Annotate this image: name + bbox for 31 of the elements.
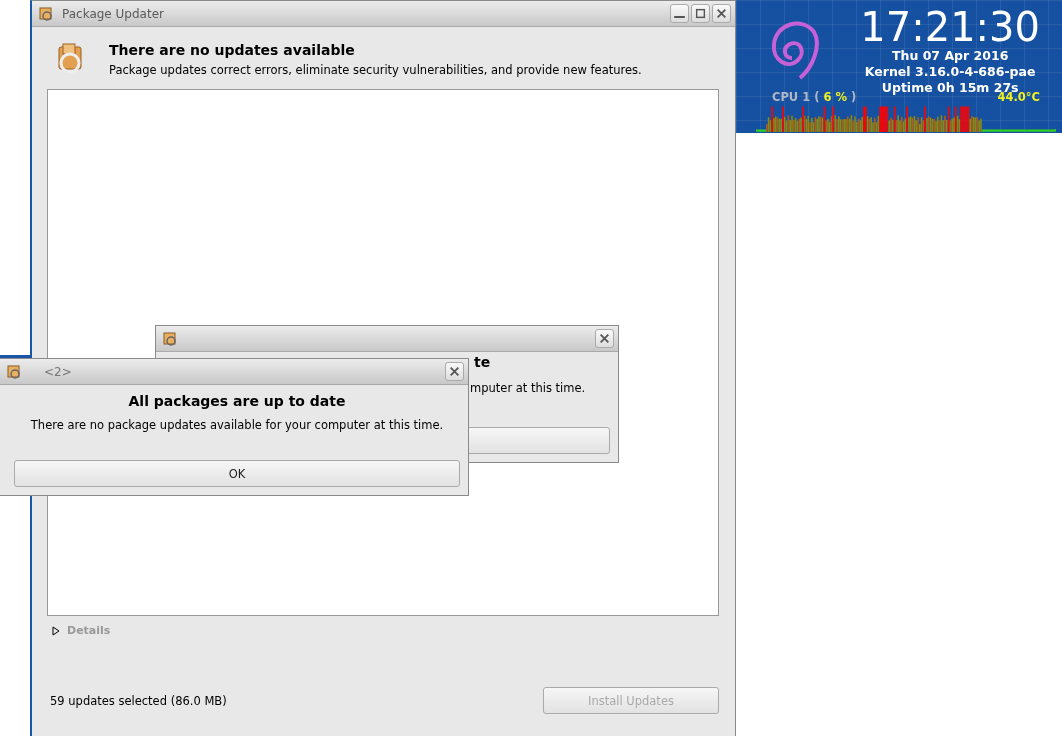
package-icon	[38, 5, 54, 22]
package-icon	[6, 363, 22, 380]
window-title: <2>	[44, 364, 72, 379]
dialog-heading: te	[474, 354, 491, 370]
minimize-button[interactable]	[670, 4, 689, 23]
close-icon	[599, 333, 610, 344]
package-icon	[162, 330, 178, 347]
ok-button[interactable]: OK	[14, 460, 460, 487]
details-expander[interactable]: Details	[47, 622, 115, 639]
clock-time: 17:21:30	[860, 6, 1040, 48]
dialog-heading: All packages are up to date	[128, 393, 346, 409]
close-button[interactable]	[712, 4, 731, 23]
cpu-label: CPU 1 (	[772, 90, 820, 104]
dialog-message: mputer at this time.	[470, 381, 586, 395]
status-description: Package updates correct errors, eliminate security vulnerabilities, and provide new features.	[109, 62, 642, 77]
selection-status: 59 updates selected (86.0 MB)	[50, 693, 227, 708]
cpu-label: )	[851, 90, 857, 104]
dialog-message: There are no package updates available for your computer at this time.	[30, 418, 444, 432]
cpu-percent: 6 %	[823, 90, 847, 104]
close-icon	[449, 366, 460, 377]
kernel-text: Kernel 3.16.0-4-686-pae	[864, 64, 1036, 80]
close-icon	[716, 8, 727, 19]
caret-icon	[51, 625, 61, 636]
minimize-icon	[674, 16, 685, 18]
date-text: Thu 07 Apr 2016	[892, 48, 1009, 64]
status-heading: There are no updates available	[109, 41, 356, 58]
close-button[interactable]	[445, 362, 464, 381]
maximize-icon	[695, 8, 706, 19]
window-title: Package Updater	[62, 6, 164, 21]
maximize-button[interactable]	[691, 4, 710, 23]
close-button[interactable]	[595, 329, 614, 348]
